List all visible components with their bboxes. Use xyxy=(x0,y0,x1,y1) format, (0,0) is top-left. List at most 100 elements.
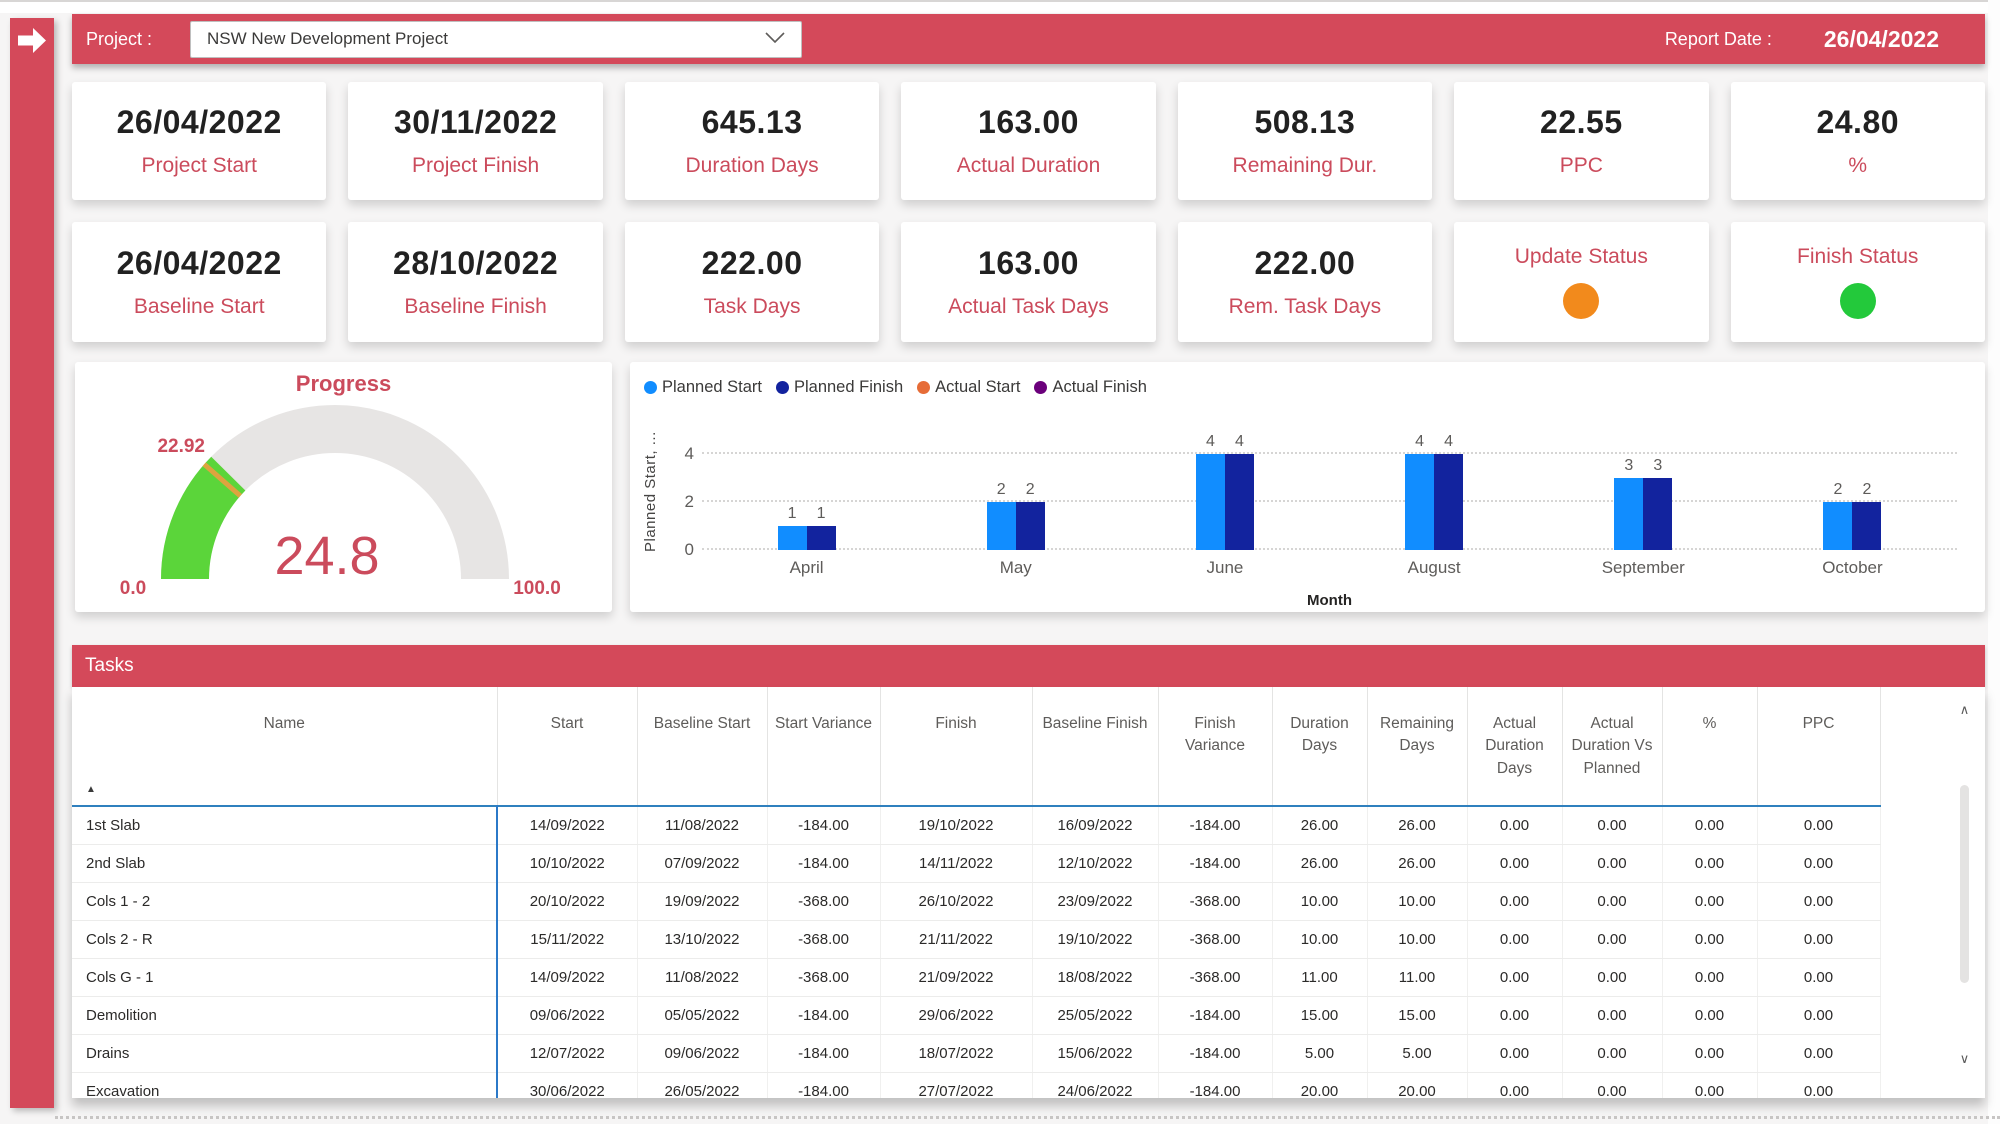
task-value-cell: 0.00 xyxy=(1757,882,1880,920)
bar-column: 4 xyxy=(1434,433,1463,550)
task-value-cell: 0.00 xyxy=(1662,920,1757,958)
task-name-cell: 1st Slab xyxy=(72,806,497,844)
task-value-cell: 26.00 xyxy=(1272,844,1367,882)
column-header-label: Duration Days xyxy=(1290,715,1349,754)
task-value-cell: 14/09/2022 xyxy=(497,958,637,996)
bar-column: 3 xyxy=(1643,457,1672,550)
bar-column: 2 xyxy=(1852,481,1881,550)
bar-planned-start-april[interactable] xyxy=(778,526,807,550)
kpi-label: Baseline Finish xyxy=(404,295,546,319)
category-label-august: August xyxy=(1330,558,1539,578)
column-header-start-variance[interactable]: Start Variance xyxy=(767,687,880,806)
column-header-pct[interactable]: % xyxy=(1662,687,1757,806)
bar-planned-finish-may[interactable] xyxy=(1016,502,1045,550)
column-header-start[interactable]: Start xyxy=(497,687,637,806)
bar-planned-finish-june[interactable] xyxy=(1225,454,1254,550)
column-header-baseline-start[interactable]: Baseline Start xyxy=(637,687,767,806)
table-row-1st-slab[interactable]: 1st Slab14/09/202211/08/2022-184.0019/10… xyxy=(72,806,1880,844)
bar-planned-finish-april[interactable] xyxy=(807,526,836,550)
task-value-cell: 29/06/2022 xyxy=(880,996,1032,1034)
kpi-label: Task Days xyxy=(704,295,801,319)
project-dropdown[interactable]: NSW New Development Project xyxy=(190,21,802,58)
bar-data-label: 1 xyxy=(817,505,826,523)
table-row-demolition[interactable]: Demolition09/06/202205/05/2022-184.0029/… xyxy=(72,996,1880,1034)
actual-start-legend-dot xyxy=(917,381,930,394)
planned-start-legend-dot xyxy=(644,381,657,394)
task-value-cell: 26.00 xyxy=(1367,806,1467,844)
bar-planned-start-august[interactable] xyxy=(1405,454,1434,550)
gauge-fill xyxy=(185,474,228,579)
vertical-scrollbar[interactable]: ∧ ∨ xyxy=(1956,703,1973,1065)
task-name-cell: Cols 2 - R xyxy=(72,920,497,958)
bar-planned-finish-september[interactable] xyxy=(1643,478,1672,550)
table-row-cols-2-r[interactable]: Cols 2 - R15/11/202213/10/2022-368.0021/… xyxy=(72,920,1880,958)
bar-column: 2 xyxy=(987,481,1016,550)
task-value-cell: 10.00 xyxy=(1272,882,1367,920)
task-value-cell: 0.00 xyxy=(1662,882,1757,920)
kpi-value: 30/11/2022 xyxy=(394,104,557,141)
sort-ascending-icon[interactable]: ▲ xyxy=(86,783,96,798)
bar-planned-finish-october[interactable] xyxy=(1852,502,1881,550)
bar-group-april: 11April xyxy=(702,454,911,550)
table-row-cols-1-2[interactable]: Cols 1 - 220/10/202219/09/2022-368.0026/… xyxy=(72,882,1880,920)
column-header-baseline-finish[interactable]: Baseline Finish xyxy=(1032,687,1158,806)
bar-data-label: 4 xyxy=(1206,433,1215,451)
bar-planned-finish-august[interactable] xyxy=(1434,454,1463,550)
task-value-cell: 0.00 xyxy=(1662,1072,1757,1098)
status-card-finish-status: Finish Status xyxy=(1731,222,1985,342)
kpi-value: 28/10/2022 xyxy=(393,245,558,282)
task-value-cell: 19/10/2022 xyxy=(880,806,1032,844)
legend-item-actual-finish[interactable]: Actual Finish xyxy=(1034,378,1146,397)
bar-planned-start-october[interactable] xyxy=(1823,502,1852,550)
scrollbar-thumb[interactable] xyxy=(1960,785,1969,983)
bar-data-label: 3 xyxy=(1653,457,1662,475)
column-header-ppc[interactable]: PPC xyxy=(1757,687,1880,806)
legend-item-planned-start[interactable]: Planned Start xyxy=(644,378,762,397)
task-value-cell: 0.00 xyxy=(1467,958,1562,996)
column-header-name[interactable]: Name▲ xyxy=(72,687,497,806)
task-value-cell: 12/10/2022 xyxy=(1032,844,1158,882)
column-header-duration-days[interactable]: Duration Days xyxy=(1272,687,1367,806)
column-header-actual-duration-vs-planned[interactable]: Actual Duration Vs Planned xyxy=(1562,687,1662,806)
kpi-card-actual-task-days: 163.00Actual Task Days xyxy=(901,222,1155,342)
task-value-cell: 0.00 xyxy=(1757,996,1880,1034)
kpi-card-task-days: 222.00Task Days xyxy=(625,222,879,342)
table-row-excavation[interactable]: Excavation30/06/202226/05/2022-184.0027/… xyxy=(72,1072,1880,1098)
scroll-down-icon[interactable]: ∨ xyxy=(1960,1052,1970,1065)
gauge-target-label: 22.92 xyxy=(157,436,205,457)
task-value-cell: -184.00 xyxy=(767,844,880,882)
category-label-april: April xyxy=(702,558,911,578)
column-header-finish[interactable]: Finish xyxy=(880,687,1032,806)
bar-data-label: 2 xyxy=(997,481,1006,499)
bar-column: 1 xyxy=(807,505,836,550)
category-label-june: June xyxy=(1120,558,1329,578)
column-header-remaining-days[interactable]: Remaining Days xyxy=(1367,687,1467,806)
column-header-actual-duration-days[interactable]: Actual Duration Days xyxy=(1467,687,1562,806)
bar-planned-start-september[interactable] xyxy=(1614,478,1643,550)
column-header-finish-variance[interactable]: Finish Variance xyxy=(1158,687,1272,806)
kpi-label: Actual Task Days xyxy=(948,295,1109,319)
column-header-label: Actual Duration Vs Planned xyxy=(1572,715,1653,777)
legend-item-planned-finish[interactable]: Planned Finish xyxy=(776,378,903,397)
task-value-cell: 26/05/2022 xyxy=(637,1072,767,1098)
task-value-cell: 26.00 xyxy=(1367,844,1467,882)
table-row-drains[interactable]: Drains12/07/202209/06/2022-184.0018/07/2… xyxy=(72,1034,1880,1072)
table-row-cols-g-1[interactable]: Cols G - 114/09/202211/08/2022-368.0021/… xyxy=(72,958,1880,996)
bar-group-may: 22May xyxy=(911,454,1120,550)
task-value-cell: 0.00 xyxy=(1562,920,1662,958)
bar-planned-start-may[interactable] xyxy=(987,502,1016,550)
task-value-cell: 0.00 xyxy=(1562,958,1662,996)
table-row-2nd-slab[interactable]: 2nd Slab10/10/202207/09/2022-184.0014/11… xyxy=(72,844,1880,882)
scroll-up-icon[interactable]: ∧ xyxy=(1960,703,1970,716)
task-value-cell: 20.00 xyxy=(1367,1072,1467,1098)
bar-planned-start-june[interactable] xyxy=(1196,454,1225,550)
task-value-cell: 05/05/2022 xyxy=(637,996,767,1034)
legend-item-actual-start[interactable]: Actual Start xyxy=(917,378,1020,397)
task-value-cell: 24/06/2022 xyxy=(1032,1072,1158,1098)
kpi-value: 163.00 xyxy=(978,104,1079,141)
forward-arrow-icon[interactable] xyxy=(17,27,47,54)
kpi-row-2: 26/04/2022Baseline Start28/10/2022Baseli… xyxy=(72,222,1985,342)
tasks-table: Name▲StartBaseline StartStart VarianceFi… xyxy=(72,687,1881,1098)
bar-column: 2 xyxy=(1823,481,1852,550)
task-value-cell: 0.00 xyxy=(1467,920,1562,958)
